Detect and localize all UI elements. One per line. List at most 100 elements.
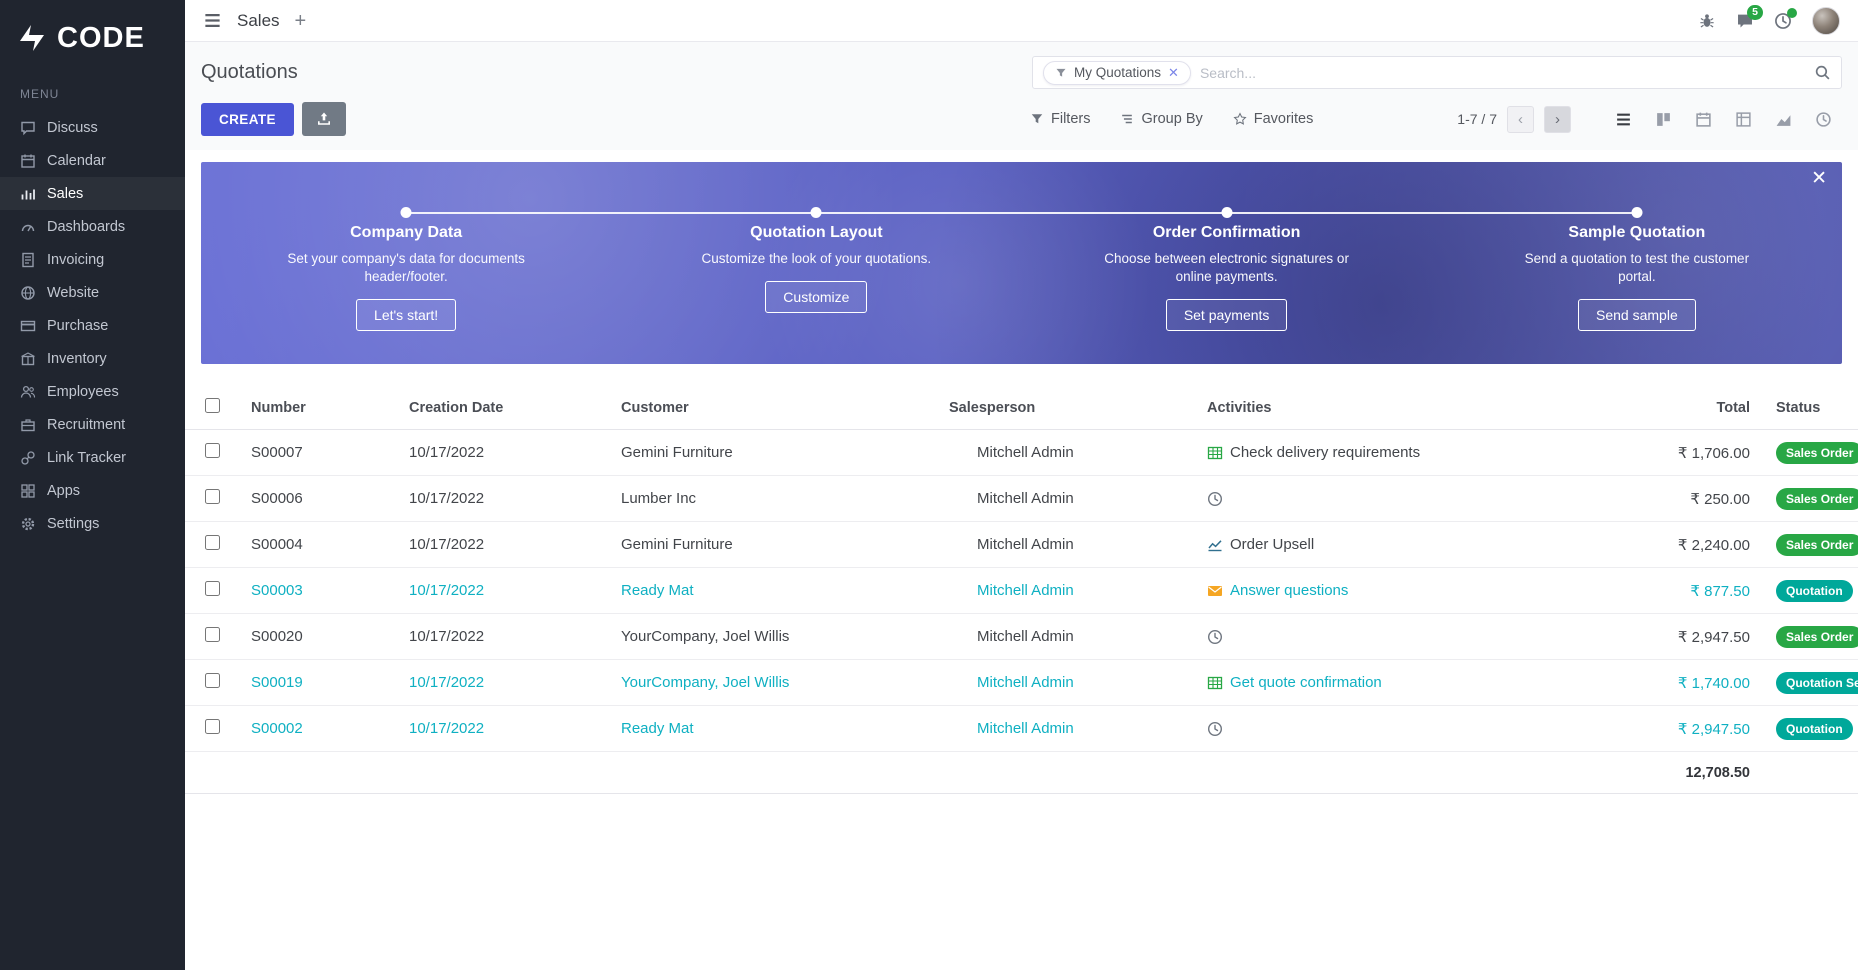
pivot-view-button[interactable]: [1725, 104, 1762, 134]
sidebar-item-purchase[interactable]: Purchase: [0, 309, 185, 342]
add-tab-button[interactable]: +: [295, 11, 307, 31]
activities-clock-icon[interactable]: [1774, 12, 1792, 30]
search-bar[interactable]: My Quotations ✕: [1032, 56, 1842, 89]
column-header-salesperson[interactable]: Salesperson: [933, 400, 1191, 416]
banner-close-icon[interactable]: ✕: [1811, 169, 1827, 188]
column-header-total[interactable]: Total: [1612, 400, 1762, 416]
sidebar-item-label: Dashboards: [47, 219, 125, 235]
kanban-view-button[interactable]: [1645, 104, 1682, 134]
customize-button[interactable]: Customize: [765, 281, 867, 313]
list-view-button[interactable]: [1605, 104, 1642, 134]
search-input[interactable]: [1200, 65, 1805, 81]
sidebar-item-website[interactable]: Website: [0, 276, 185, 309]
table-row[interactable]: S00002 10/17/2022 Ready Mat Mitchell Adm…: [185, 706, 1858, 752]
onboarding-step-company-data: Company Data Set your company's data for…: [201, 224, 611, 331]
control-panel-right: Filters Group By Favorites 1-7 / 7 ‹ ›: [1030, 104, 1842, 134]
select-all-checkbox[interactable]: [205, 398, 220, 413]
graph-view-button[interactable]: [1765, 104, 1802, 134]
column-header-status[interactable]: Status: [1762, 400, 1858, 416]
filters-button[interactable]: Filters: [1030, 111, 1090, 127]
cell-activity[interactable]: Check delivery requirements: [1191, 444, 1612, 461]
activity-view-button[interactable]: [1805, 104, 1842, 134]
lets-start-button[interactable]: Let's start!: [356, 299, 456, 331]
purchase-icon: [20, 318, 36, 334]
search-facet-my-quotations[interactable]: My Quotations ✕: [1043, 61, 1191, 85]
step-description: Customize the look of your quotations.: [686, 250, 946, 268]
row-checkbox[interactable]: [205, 627, 220, 642]
group-by-button[interactable]: Group By: [1120, 111, 1202, 127]
sidebar-item-apps[interactable]: Apps: [0, 474, 185, 507]
salesperson-name: Mitchell Admin: [977, 490, 1074, 507]
cell-activity[interactable]: [1191, 629, 1612, 645]
activity-view-icon: [1815, 111, 1832, 128]
sidebar-item-label: Discuss: [47, 120, 98, 136]
sidebar-item-label: Settings: [47, 516, 99, 532]
row-checkbox[interactable]: [205, 581, 220, 596]
salesperson-avatar: [949, 627, 969, 647]
table-row[interactable]: S00004 10/17/2022 Gemini Furniture Mitch…: [185, 522, 1858, 568]
table-row[interactable]: S00019 10/17/2022 YourCompany, Joel Will…: [185, 660, 1858, 706]
cell-number: S00003: [235, 582, 393, 599]
cell-customer: Ready Mat: [605, 720, 933, 737]
cell-activity[interactable]: [1191, 491, 1612, 507]
row-checkbox[interactable]: [205, 719, 220, 734]
sidebar-item-dashboards[interactable]: Dashboards: [0, 210, 185, 243]
table-row[interactable]: S00007 10/17/2022 Gemini Furniture Mitch…: [185, 430, 1858, 476]
sidebar-item-discuss[interactable]: Discuss: [0, 111, 185, 144]
table-row[interactable]: S00003 10/17/2022 Ready Mat Mitchell Adm…: [185, 568, 1858, 614]
cell-activity[interactable]: [1191, 721, 1612, 737]
step-description: Set your company's data for documents he…: [276, 250, 536, 286]
sidebar-item-inventory[interactable]: Inventory: [0, 342, 185, 375]
sidebar-item-employees[interactable]: Employees: [0, 375, 185, 408]
row-checkbox[interactable]: [205, 443, 220, 458]
row-checkbox[interactable]: [205, 673, 220, 688]
table-row[interactable]: S00020 10/17/2022 YourCompany, Joel Will…: [185, 614, 1858, 660]
search-icon[interactable]: [1814, 64, 1831, 81]
cell-activity[interactable]: Answer questions: [1191, 582, 1612, 599]
row-checkbox[interactable]: [205, 489, 220, 504]
salesperson-name: Mitchell Admin: [977, 536, 1074, 553]
brand[interactable]: CODE: [0, 0, 185, 81]
debug-bug-icon[interactable]: [1698, 12, 1716, 30]
star-icon: [1233, 112, 1247, 126]
pager: 1-7 / 7 ‹ ›: [1457, 106, 1571, 133]
status-badge: Quotation Sent: [1776, 672, 1858, 694]
user-avatar[interactable]: [1812, 7, 1840, 35]
calendar-view-button[interactable]: [1685, 104, 1722, 134]
cell-activity[interactable]: Order Upsell: [1191, 536, 1612, 553]
sidebar-item-link-tracker[interactable]: Link Tracker: [0, 441, 185, 474]
favorites-label: Favorites: [1254, 111, 1314, 127]
current-app-name[interactable]: Sales: [237, 11, 280, 31]
cell-salesperson: Mitchell Admin: [933, 627, 1191, 647]
facet-close-icon[interactable]: ✕: [1168, 65, 1179, 81]
column-header-creation-date[interactable]: Creation Date: [393, 400, 605, 416]
column-header-number[interactable]: Number: [235, 400, 393, 416]
cell-creation-date: 10/17/2022: [393, 536, 605, 553]
view-switcher: [1605, 104, 1842, 134]
sidebar-item-invoicing[interactable]: Invoicing: [0, 243, 185, 276]
hamburger-menu-icon[interactable]: [203, 11, 222, 30]
row-checkbox[interactable]: [205, 535, 220, 550]
pager-previous-button[interactable]: ‹: [1507, 106, 1534, 133]
column-header-activities[interactable]: Activities: [1191, 400, 1612, 416]
favorites-button[interactable]: Favorites: [1233, 111, 1314, 127]
cell-total: ₹ 877.50: [1612, 582, 1762, 600]
sidebar-item-label: Inventory: [47, 351, 107, 367]
sidebar-item-calendar[interactable]: Calendar: [0, 144, 185, 177]
send-sample-button[interactable]: Send sample: [1578, 299, 1696, 331]
clock-activity-icon: [1207, 721, 1223, 737]
export-button[interactable]: [302, 102, 346, 136]
cell-status: Quotation Sent: [1762, 672, 1858, 694]
quotations-table: Number Creation Date Customer Salesperso…: [185, 386, 1858, 794]
sidebar-item-settings[interactable]: Settings: [0, 507, 185, 540]
pager-next-button[interactable]: ›: [1544, 106, 1571, 133]
sidebar-item-sales[interactable]: Sales: [0, 177, 185, 210]
cell-activity[interactable]: Get quote confirmation: [1191, 674, 1612, 691]
create-button[interactable]: CREATE: [201, 103, 294, 136]
set-payments-button[interactable]: Set payments: [1166, 299, 1288, 331]
sidebar-item-recruitment[interactable]: Recruitment: [0, 408, 185, 441]
column-header-customer[interactable]: Customer: [605, 400, 933, 416]
messages-icon[interactable]: 5: [1736, 12, 1754, 30]
table-row[interactable]: S00006 10/17/2022 Lumber Inc Mitchell Ad…: [185, 476, 1858, 522]
cell-status: Quotation: [1762, 718, 1858, 740]
